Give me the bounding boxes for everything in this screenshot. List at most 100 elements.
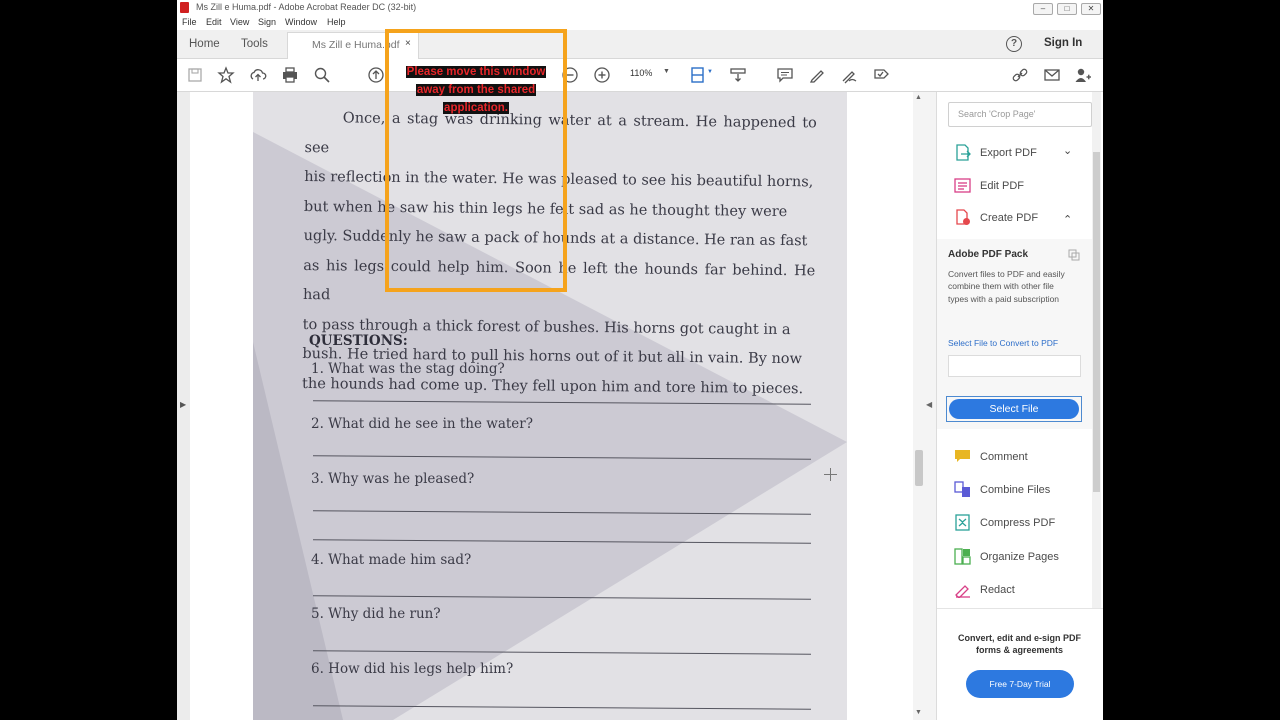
tools-pane: Search 'Crop Page' Export PDF ⌄ Edit PDF… xyxy=(936,92,1103,720)
tool-create-pdf[interactable]: Create PDF xyxy=(954,209,1094,229)
minimize-button[interactable]: – xyxy=(1033,3,1053,15)
tool-label: Edit PDF xyxy=(980,180,1025,192)
scroll-icon[interactable] xyxy=(729,66,747,84)
stamp-icon[interactable] xyxy=(872,66,890,84)
question-2: 2. What did he see in the water? xyxy=(311,416,533,432)
upload-cloud-icon[interactable] xyxy=(249,66,267,84)
menu-view[interactable]: View xyxy=(230,17,249,27)
pack-info-icon xyxy=(1068,249,1080,261)
screen-share-warning: Please move this window away from the sh… xyxy=(398,63,554,117)
fit-page-icon[interactable] xyxy=(689,66,707,84)
menu-help[interactable]: Help xyxy=(327,17,346,27)
pdf-pack-description: Convert files to PDF and easily combine … xyxy=(948,269,1065,304)
pdf-pack-panel: Adobe PDF Pack Convert files to PDF and … xyxy=(937,239,1097,429)
question-1: 1. What was the stag doing? xyxy=(311,361,505,377)
tool-label: Create PDF xyxy=(980,212,1039,224)
organize-pages-icon xyxy=(954,548,971,565)
right-pane-collapse[interactable]: ◀ xyxy=(925,92,935,720)
tab-home[interactable]: Home xyxy=(189,30,220,58)
crosshair-cursor-icon xyxy=(824,468,837,481)
sign-in-button[interactable]: Sign In xyxy=(1044,37,1082,49)
tool-organize-pages[interactable]: Organize Pages xyxy=(954,548,1094,568)
zoom-level[interactable]: 110% xyxy=(630,68,652,78)
help-icon[interactable]: ? xyxy=(1006,36,1022,52)
menu-file[interactable]: File xyxy=(182,17,197,27)
tool-comment[interactable]: Comment xyxy=(954,448,1094,468)
select-file-focus-ring: Select File xyxy=(946,396,1082,422)
acrobat-window: Ms Zill e Huma.pdf - Adobe Acrobat Reade… xyxy=(177,0,1103,720)
tool-label: Export PDF xyxy=(980,147,1037,159)
tool-compress-pdf[interactable]: Compress PDF xyxy=(954,514,1094,534)
select-file-link[interactable]: Select File to Convert to PDF xyxy=(948,338,1058,348)
scroll-down-icon[interactable]: ▼ xyxy=(915,709,922,716)
zoom-dropdown-icon[interactable]: ▼ xyxy=(663,68,670,75)
collapse-right-pane-icon[interactable]: ◀ xyxy=(926,400,932,409)
tools-pane-scroll-thumb[interactable] xyxy=(1093,152,1100,492)
file-path-input[interactable] xyxy=(948,355,1081,377)
title-bar: Ms Zill e Huma.pdf - Adobe Acrobat Reade… xyxy=(177,0,1103,17)
tool-export-pdf[interactable]: Export PDF xyxy=(954,144,1094,164)
select-file-button[interactable]: Select File xyxy=(949,399,1079,419)
tool-label: Organize Pages xyxy=(980,551,1059,563)
document-scrollbar[interactable]: ▲ ▼ xyxy=(913,92,925,720)
chevron-up-icon[interactable]: ⌃ xyxy=(1063,213,1072,226)
link-icon[interactable] xyxy=(1011,66,1029,84)
zoom-in-icon[interactable] xyxy=(593,66,611,84)
question-4: 4. What made him sad? xyxy=(311,552,472,568)
tab-tools[interactable]: Tools xyxy=(241,30,268,58)
tool-label: Compress PDF xyxy=(980,517,1056,529)
promo-text: Convert, edit and e-sign PDF forms & agr… xyxy=(957,633,1081,655)
print-icon[interactable] xyxy=(281,66,299,84)
export-pdf-icon xyxy=(956,144,971,161)
zoom-search-icon[interactable] xyxy=(313,66,331,84)
mail-icon[interactable] xyxy=(1043,66,1061,84)
left-nav-pane[interactable]: ▶ xyxy=(177,92,190,720)
highlight-pen-icon[interactable] xyxy=(808,66,826,84)
questions-heading: QUESTIONS: xyxy=(309,333,408,349)
tools-pane-scrollbar[interactable] xyxy=(1092,92,1101,608)
screen-share-warning-frame: Please move this window away from the sh… xyxy=(385,29,567,292)
tool-edit-pdf[interactable]: Edit PDF xyxy=(954,177,1094,197)
menu-edit[interactable]: Edit xyxy=(206,17,222,27)
chevron-down-icon[interactable]: ⌄ xyxy=(1063,144,1072,157)
close-window-button[interactable]: ✕ xyxy=(1081,3,1101,15)
create-pdf-icon xyxy=(956,209,970,225)
question-6: 6. How did his legs help him? xyxy=(311,661,514,677)
promo-panel: Convert, edit and e-sign PDF forms & agr… xyxy=(937,608,1103,720)
menu-sign[interactable]: Sign xyxy=(258,17,276,27)
sign-icon[interactable] xyxy=(840,66,858,84)
tools-search-input[interactable]: Search 'Crop Page' xyxy=(948,102,1092,127)
maximize-button[interactable]: □ xyxy=(1057,3,1077,15)
menu-bar: File Edit View Sign Window Help xyxy=(177,16,1103,30)
tool-combine-files[interactable]: Combine Files xyxy=(954,481,1094,501)
combine-files-icon xyxy=(954,481,970,497)
tool-label: Comment xyxy=(980,451,1028,463)
warning-line: application. xyxy=(443,102,509,114)
add-user-icon[interactable] xyxy=(1074,66,1092,84)
edit-pdf-icon xyxy=(954,178,971,193)
warning-line: away from the shared xyxy=(415,84,537,96)
bookmark-star-icon[interactable] xyxy=(217,66,235,84)
comment-icon[interactable] xyxy=(776,66,794,84)
acrobat-app-icon xyxy=(180,2,189,13)
scroll-up-icon[interactable]: ▲ xyxy=(915,94,922,101)
scrollbar-thumb[interactable] xyxy=(915,450,923,486)
toolbar: 110% ▼ ▼ xyxy=(177,59,1103,92)
redact-icon xyxy=(955,585,970,598)
tab-bar: Home Tools Ms Zill e Huma.pdf × ? Sign I… xyxy=(177,30,1103,60)
tool-label: Redact xyxy=(980,584,1015,596)
save-icon[interactable] xyxy=(186,66,204,84)
tool-redact[interactable]: Redact xyxy=(954,581,1094,601)
question-5: 5. Why did he run? xyxy=(311,606,441,622)
page-up-icon[interactable] xyxy=(367,66,385,84)
comment-tool-icon xyxy=(955,450,970,462)
warning-line: Please move this window xyxy=(405,66,547,78)
question-3: 3. Why was he pleased? xyxy=(311,471,475,487)
menu-window[interactable]: Window xyxy=(285,17,317,27)
pdf-pack-title: Adobe PDF Pack xyxy=(948,249,1029,260)
window-title: Ms Zill e Huma.pdf - Adobe Acrobat Reade… xyxy=(196,2,417,12)
search-placeholder: Search 'Crop Page' xyxy=(958,109,1036,119)
expand-left-pane-icon[interactable]: ▶ xyxy=(180,400,186,409)
free-trial-button[interactable]: Free 7-Day Trial xyxy=(966,670,1074,698)
fit-dropdown-icon[interactable]: ▼ xyxy=(707,69,713,75)
